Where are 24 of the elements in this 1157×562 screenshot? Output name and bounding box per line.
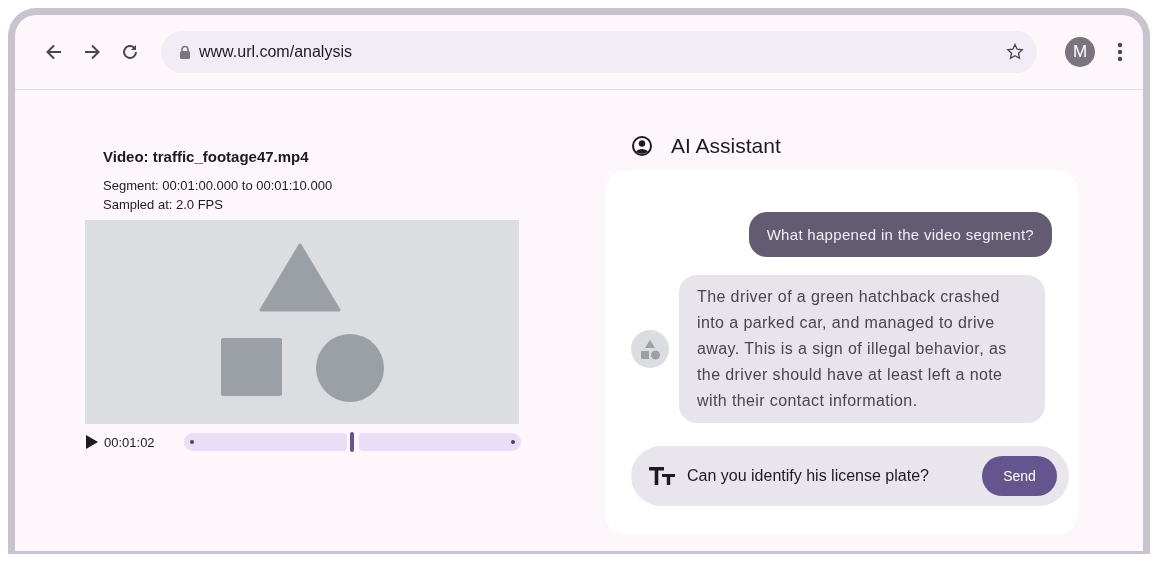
star-icon[interactable] [1005, 42, 1025, 62]
send-button[interactable]: Send [982, 456, 1057, 496]
url-text: www.url.com/analysis [199, 43, 353, 61]
sampling-text: Sampled at: 2.0 FPS [103, 196, 224, 214]
shapes-avatar-icon [631, 330, 669, 368]
assistant-message: The driver of a green hatchback crashed into a parked car, and managed to drive away. This is a sign of illegal behavior, as the driver should have at least left a note with their contact information. [679, 275, 1045, 423]
assistant-title: AI Assistant [671, 134, 781, 158]
user-circle-icon [631, 135, 653, 157]
seek-slider[interactable] [184, 432, 519, 452]
message-input[interactable]: Can you identify his license plate? Send [631, 446, 1069, 506]
playback-time: 00:01:02 [104, 434, 156, 450]
play-button[interactable] [85, 435, 98, 449]
video-title: Video: traffic_footage47.mp4 [103, 148, 310, 165]
forward-arrow-icon[interactable] [82, 42, 102, 62]
address-bar[interactable]: www.url.com/analysis [161, 31, 1037, 73]
profile-avatar[interactable]: M [1065, 37, 1095, 67]
slider-thumb[interactable] [349, 432, 354, 452]
back-arrow-icon[interactable] [44, 42, 64, 62]
lock-icon [179, 45, 191, 59]
menu-icon[interactable] [1117, 42, 1123, 62]
text-format-icon[interactable] [649, 467, 675, 485]
user-message: What happened in the video segment? [748, 212, 1052, 257]
reload-icon[interactable] [120, 42, 140, 62]
segment-text: Segment: 00:01:00.000 to 00:01:10.000 [103, 177, 334, 195]
